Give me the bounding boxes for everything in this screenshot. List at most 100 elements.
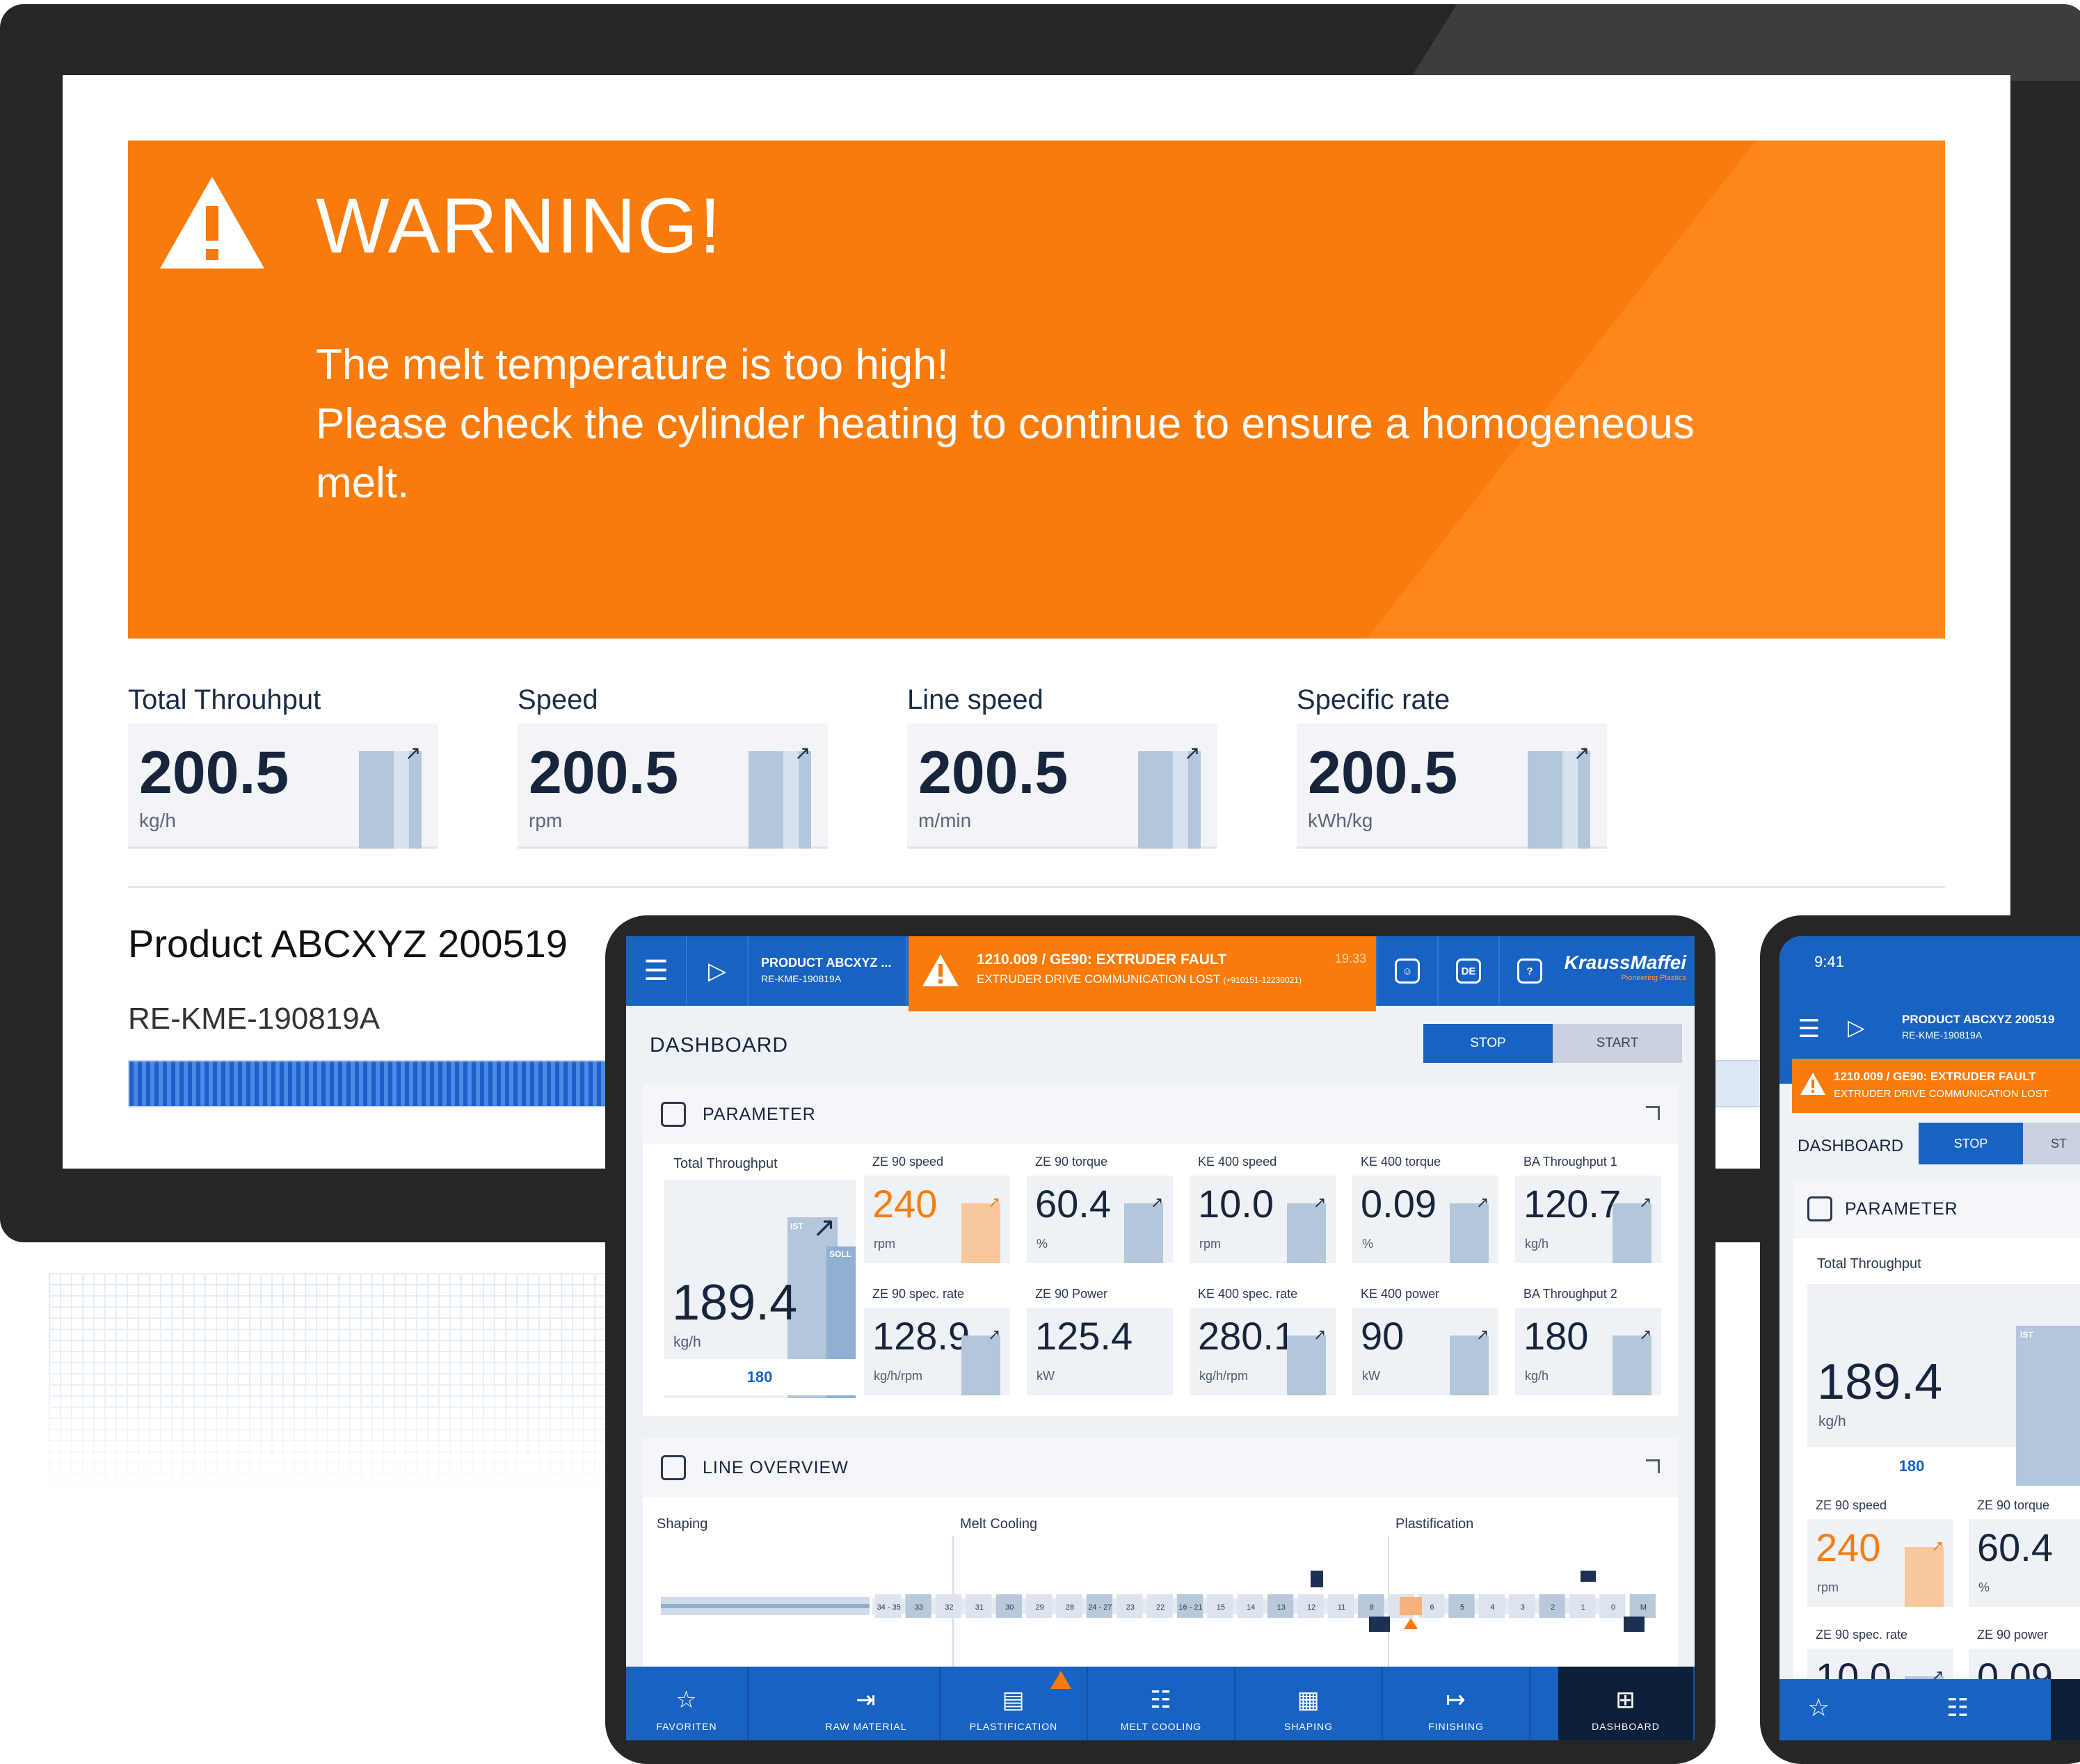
param-label: ZE 90 torque — [1977, 1498, 2050, 1512]
param-cell[interactable]: BA Throughput 2 180 kg/h ↗ — [1515, 1287, 1668, 1412]
zone-label: 6 — [1430, 1603, 1434, 1612]
param-unit: kg/h/rpm — [874, 1369, 923, 1383]
product-selector[interactable]: PRODUCT ABCXYZ ... RE-KME-190819A — [749, 936, 907, 1006]
param-tile: 90 kW ↗ — [1352, 1308, 1498, 1395]
nav-dashboard[interactable] — [2051, 1679, 2080, 1740]
stop-button[interactable]: STOP — [1423, 1024, 1553, 1063]
warning-line: melt. — [316, 459, 410, 507]
total-throughput-label: Total Throughput — [673, 1156, 778, 1171]
stop-button[interactable]: STOP — [1919, 1123, 2023, 1164]
start-button[interactable]: ST — [2023, 1123, 2080, 1164]
phone-screen: 9:41 ☰ ▷ PRODUCT ABCXYZ 200519 RE-KME-19… — [1779, 936, 2080, 1740]
play-icon[interactable]: ▷ — [1848, 1014, 1865, 1041]
kpi-label: Specific rate — [1297, 684, 1450, 715]
panel-header[interactable]: LINE OVERVIEW — [643, 1438, 1678, 1497]
panel-title: LINE OVERVIEW — [703, 1458, 849, 1477]
param-value: 128.9 — [872, 1314, 970, 1358]
param-cell[interactable]: BA Throughput 1 120.7 kg/h ↗ — [1515, 1155, 1668, 1280]
param-cell[interactable]: ZE 90 torque 60.4 % — [1969, 1498, 2080, 1623]
param-cell[interactable]: KE 400 power 90 kW ↗ — [1352, 1287, 1505, 1412]
param-cell[interactable]: ZE 90 speed 240 rpm ↗ — [864, 1155, 1017, 1280]
kpi-tile[interactable]: 200.5 kWh/kg ↗ — [1297, 723, 1607, 849]
param-unit: kg/h — [1525, 1369, 1549, 1383]
alert-banner[interactable]: 1210.009 / GE90: EXTRUDER FAULT EXTRUDER… — [909, 936, 1376, 1011]
kpi-tile[interactable]: 200.5 kg/h ↗ — [128, 723, 438, 849]
kpi-specific-rate: Specific rate 200.5 kWh/kg ↗ — [1297, 684, 1624, 851]
zone-label: 32 — [945, 1603, 953, 1612]
warning-banner: WARNING! The melt temperature is too hig… — [128, 141, 1945, 639]
setpoint-value[interactable]: 180 — [1807, 1447, 2016, 1486]
param-tile: 240 rpm ↗ — [864, 1176, 1010, 1263]
zone-label: 30 — [1005, 1603, 1014, 1612]
plastification-warning-icon — [1050, 1671, 1071, 1689]
kpi-label: Line speed — [907, 684, 1043, 715]
param-bar — [961, 1336, 1000, 1395]
alert-banner[interactable]: 1210.009 / GE90: EXTRUDER FAULT EXTRUDER… — [1792, 1059, 2080, 1113]
zone-label: 31 — [975, 1603, 984, 1612]
nav-shaping[interactable]: ▦ SHAPING — [1235, 1667, 1383, 1740]
zone-label: 34 - 35 — [877, 1603, 901, 1612]
setpoint-value[interactable]: 180 — [664, 1359, 856, 1395]
help-icon[interactable]: ? — [1498, 936, 1560, 1006]
nav-melt-cooling[interactable]: ☷ MELT COOLING — [1088, 1667, 1235, 1740]
kpi-value: 200.5 — [1308, 739, 1458, 806]
trend-arrow-icon: ↗ — [1476, 1194, 1489, 1211]
nav-dashboard[interactable]: ⊞ DASHBOARD — [1558, 1667, 1695, 1740]
param-tile: 180 kg/h ↗ — [1515, 1308, 1661, 1395]
language-button[interactable]: DE — [1437, 936, 1498, 1006]
kpi-value: 200.5 — [139, 739, 289, 806]
param-tile: 0.09 % ↗ — [1352, 1176, 1498, 1263]
import-icon[interactable]: ☷ — [1946, 1693, 1969, 1722]
menu-icon[interactable]: ☰ — [1798, 1014, 1820, 1043]
param-cell[interactable]: ZE 90 Power 125.4 kW — [1027, 1287, 1180, 1412]
nav-label: DASHBOARD — [1592, 1721, 1660, 1732]
param-label: ZE 90 torque — [1035, 1155, 1108, 1169]
kpi-tile[interactable]: 200.5 m/min ↗ — [907, 723, 1217, 849]
menu-icon[interactable]: ☰ — [626, 936, 687, 1006]
line-schematic[interactable]: 34 - 35 33 32 31 30 29 28 24 - 27 23 22 16 - 21 15 1… — [643, 1536, 1678, 1668]
total-throughput-tile[interactable]: IST 189.4 kg/h 180 — [1807, 1284, 2080, 1486]
zone-label: M — [1640, 1603, 1647, 1612]
param-value: 60.4 — [1977, 1525, 2053, 1569]
param-tile: 280.1 kg/h/rpm ↗ — [1190, 1308, 1336, 1395]
nav-label: PLASTIFICATION — [969, 1721, 1058, 1732]
zone-label: 22 — [1156, 1603, 1165, 1612]
zone-label: 2 — [1551, 1603, 1555, 1612]
total-throughput-tile[interactable]: IST SOLL ↗ 189.4 kg/h 180 — [664, 1180, 856, 1398]
param-label: KE 400 speed — [1198, 1155, 1277, 1169]
param-value: 125.4 — [1035, 1314, 1133, 1358]
nav-label: SHAPING — [1283, 1721, 1333, 1732]
page-title: DASHBOARD — [1798, 1137, 1904, 1155]
param-bar — [1124, 1203, 1163, 1263]
zone-label: 12 — [1307, 1603, 1315, 1612]
total-throughput-unit: kg/h — [1818, 1413, 1846, 1429]
ist-label: IST — [2020, 1330, 2033, 1340]
param-tile: 125.4 kW — [1027, 1308, 1173, 1395]
nav-favoriten[interactable]: ☆ FAVORITEN — [626, 1667, 749, 1740]
start-button[interactable]: START — [1553, 1024, 1682, 1063]
kpi-value: 200.5 — [918, 739, 1069, 806]
panel-header[interactable]: PARAMETER — [1793, 1180, 2080, 1238]
param-cell[interactable]: KE 400 speed 10.0 rpm ↗ — [1190, 1155, 1343, 1280]
user-icon[interactable]: ☺ — [1376, 936, 1437, 1006]
kpi-unit: m/min — [918, 810, 972, 831]
product-selector[interactable]: PRODUCT ABCXYZ 200519 RE-KME-190819A — [1902, 1013, 2055, 1041]
stage-label-shaping: Shaping — [657, 1516, 708, 1532]
param-unit: rpm — [1199, 1237, 1221, 1251]
expand-icon[interactable] — [1646, 1459, 1660, 1473]
nav-finishing[interactable]: ↦ FINISHING — [1383, 1667, 1530, 1740]
kpi-tile[interactable]: 200.5 rpm ↗ — [518, 723, 828, 849]
param-cell[interactable]: ZE 90 torque 60.4 % ↗ — [1027, 1155, 1180, 1280]
panel-header[interactable]: PARAMETER — [643, 1085, 1678, 1144]
param-cell[interactable]: ZE 90 spec. rate 128.9 kg/h/rpm ↗ — [864, 1287, 1017, 1412]
kpi-bar-setpoint — [394, 751, 409, 849]
play-icon[interactable]: ▷ — [687, 936, 749, 1006]
zone-label: 14 — [1247, 1603, 1255, 1612]
star-icon[interactable]: ☆ — [1807, 1693, 1830, 1722]
zone-label: 29 — [1035, 1603, 1043, 1612]
expand-icon[interactable] — [1646, 1106, 1660, 1120]
nav-raw-material[interactable]: ⇥ RAW MATERIAL — [793, 1667, 941, 1740]
param-cell[interactable]: KE 400 torque 0.09 % ↗ — [1352, 1155, 1505, 1280]
param-cell[interactable]: KE 400 spec. rate 280.1 kg/h/rpm ↗ — [1190, 1287, 1343, 1412]
param-cell[interactable]: ZE 90 speed 240 rpm ↗ — [1807, 1498, 1960, 1623]
